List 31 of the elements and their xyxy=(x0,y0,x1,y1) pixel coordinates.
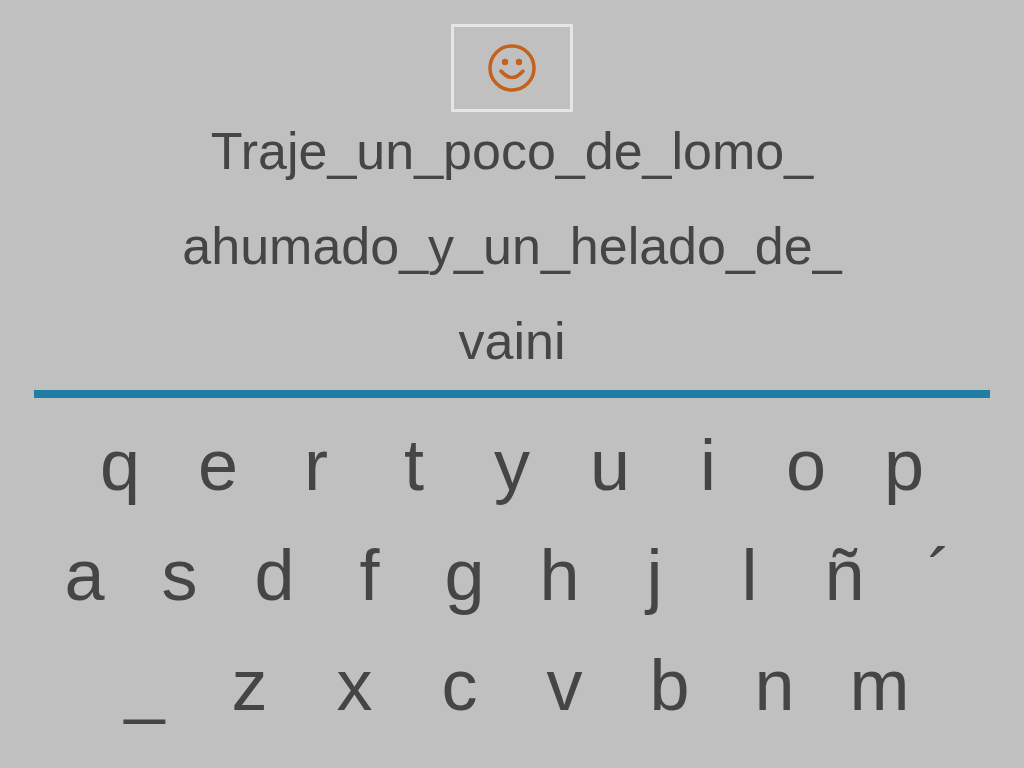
sentence-line: vaini xyxy=(458,311,566,372)
smiley-icon xyxy=(486,42,538,94)
key-button[interactable]: n xyxy=(722,635,827,735)
key-button[interactable]: j xyxy=(607,525,702,625)
key-button[interactable]: c xyxy=(407,635,512,735)
key-button[interactable]: o xyxy=(757,415,855,515)
key-button[interactable]: e xyxy=(169,415,267,515)
key-button[interactable]: u xyxy=(561,415,659,515)
key-button[interactable]: m xyxy=(827,635,932,735)
key-button[interactable]: ñ xyxy=(797,525,892,625)
key-button[interactable]: y xyxy=(463,415,561,515)
key-button[interactable]: g xyxy=(417,525,512,625)
key-button[interactable]: ´ xyxy=(892,525,987,625)
key-button[interactable]: t xyxy=(365,415,463,515)
key-button[interactable]: l xyxy=(702,525,797,625)
key-button[interactable]: f xyxy=(322,525,417,625)
key-button[interactable]: v xyxy=(512,635,617,735)
sentence-line: Traje_un_poco_de_lomo_ xyxy=(210,121,814,182)
key-button[interactable]: q xyxy=(71,415,169,515)
key-button[interactable]: b xyxy=(617,635,722,735)
key-button[interactable]: r xyxy=(267,415,365,515)
key-button[interactable]: i xyxy=(659,415,757,515)
key-button[interactable]: h xyxy=(512,525,607,625)
key-button[interactable]: s xyxy=(132,525,227,625)
sentence-line: ahumado_y_un_helado_de_ xyxy=(182,216,842,277)
key-button[interactable]: x xyxy=(302,635,407,735)
key-button[interactable]: a xyxy=(37,525,132,625)
key-button[interactable]: p xyxy=(855,415,953,515)
key-button[interactable]: _ xyxy=(92,635,197,735)
key-button[interactable]: z xyxy=(197,635,302,735)
key-button[interactable]: d xyxy=(227,525,322,625)
